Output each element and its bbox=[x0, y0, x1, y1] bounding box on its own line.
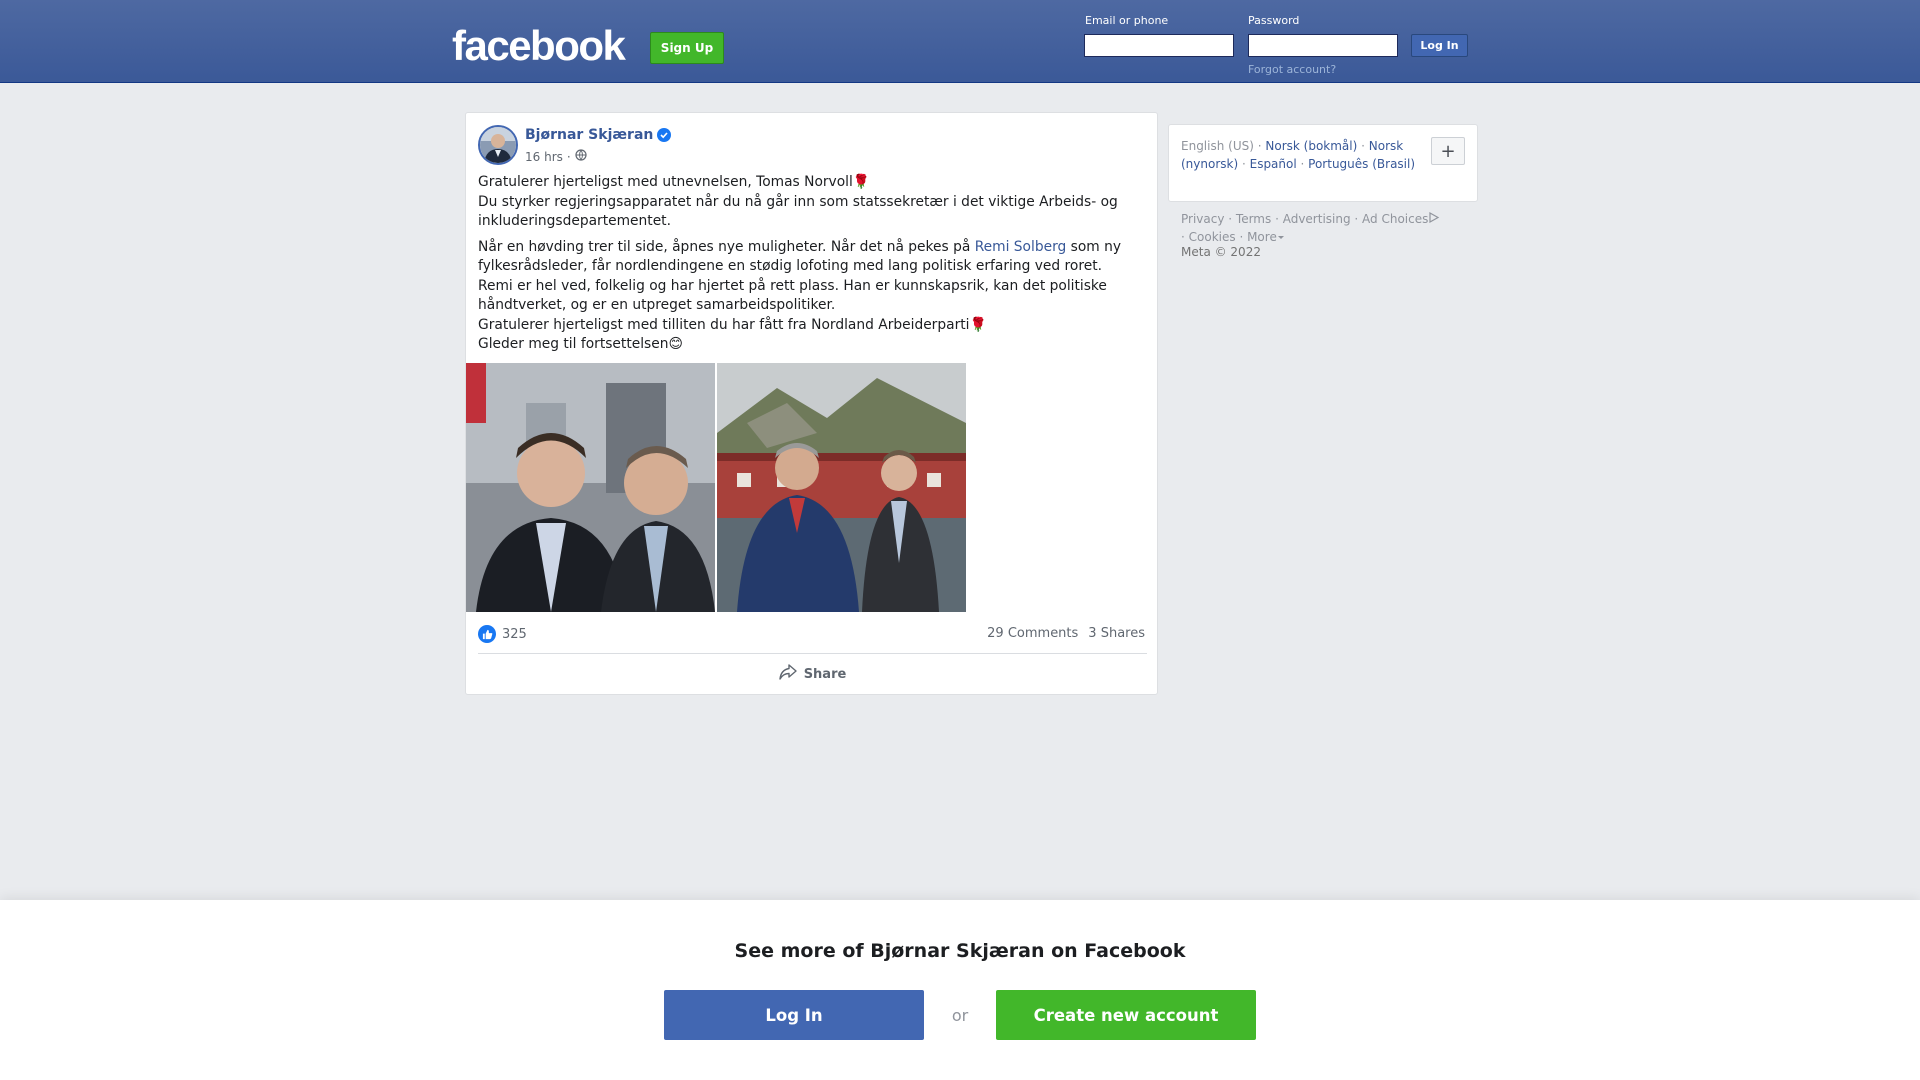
engagement-counts: 29 Comments 3 Shares bbox=[987, 626, 1145, 641]
shares-count[interactable]: 3 Shares bbox=[1088, 626, 1145, 641]
post-text-line: Gleder meg til fortsettelsen😊 bbox=[478, 336, 683, 352]
share-icon bbox=[778, 664, 797, 684]
email-field[interactable] bbox=[1084, 34, 1234, 57]
see-more-heading: See more of Bjørnar Skjæran on Facebook bbox=[734, 940, 1186, 962]
post-text-line: Når en høvding trer til side, åpnes nye … bbox=[478, 238, 975, 255]
divider bbox=[478, 653, 1147, 654]
password-label: Password bbox=[1248, 14, 1300, 27]
password-field[interactable] bbox=[1248, 34, 1398, 57]
share-button[interactable]: Share bbox=[478, 657, 1147, 691]
share-label: Share bbox=[803, 666, 847, 682]
post-card: Bjørnar Skjæran 16 hrs · Gratulerer hjer… bbox=[465, 112, 1158, 695]
like-reaction-icon bbox=[478, 625, 496, 643]
language-option[interactable]: Português (Brasil) bbox=[1308, 157, 1415, 171]
verified-badge-icon bbox=[657, 128, 672, 142]
reactions-count: 325 bbox=[502, 626, 527, 642]
post-text-line: Du styrker regjeringsapparatet når du nå… bbox=[478, 193, 1118, 230]
avatar[interactable] bbox=[478, 125, 518, 165]
footer-link-terms[interactable]: Terms bbox=[1236, 212, 1271, 226]
reactions-summary[interactable]: 325 bbox=[478, 625, 527, 643]
log-in-button[interactable]: Log In bbox=[1411, 34, 1468, 57]
login-prompt-banner: See more of Bjørnar Skjæran on Facebook … bbox=[0, 900, 1920, 1080]
top-navigation-bar: facebook Sign Up Email or phone Password… bbox=[0, 0, 1920, 83]
post-author[interactable]: Bjørnar Skjæran bbox=[525, 127, 672, 143]
sign-up-button[interactable]: Sign Up bbox=[650, 32, 724, 64]
or-separator: or bbox=[951, 1005, 969, 1025]
post-time[interactable]: 16 hrs bbox=[525, 150, 563, 164]
post-text-line: Remi er hel ved, folkelig og har hjertet… bbox=[478, 277, 1107, 314]
post-text-line: Gratulerer hjerteligst med tilliten du h… bbox=[478, 316, 987, 333]
ad-choices-icon bbox=[1428, 211, 1440, 226]
footer-links: Privacy · Terms · Advertising · Ad Choic… bbox=[1181, 210, 1481, 246]
footer-link-cookies[interactable]: Cookies bbox=[1189, 230, 1236, 244]
copyright: Meta © 2022 bbox=[1181, 245, 1261, 259]
mention-link[interactable]: Remi Solberg bbox=[975, 239, 1067, 255]
footer-link-advertising[interactable]: Advertising bbox=[1283, 212, 1351, 226]
chevron-down-icon bbox=[1277, 230, 1285, 244]
language-current: English (US) bbox=[1181, 139, 1254, 153]
post-body: Gratulerer hjerteligst med utnevnelsen, … bbox=[478, 173, 1148, 361]
language-list: English (US) · Norsk (bokmål) · Norsk (n… bbox=[1181, 139, 1416, 171]
author-name[interactable]: Bjørnar Skjæran bbox=[525, 127, 653, 143]
banner-log-in-button[interactable]: Log In bbox=[664, 990, 924, 1040]
footer-link-ad-choices[interactable]: Ad Choices bbox=[1362, 212, 1428, 226]
post-text-line: Gratulerer hjerteligst med utnevnelsen, … bbox=[478, 174, 871, 190]
email-label: Email or phone bbox=[1085, 14, 1169, 27]
forgot-account-link[interactable]: Forgot account? bbox=[1248, 63, 1336, 76]
post-photo-2[interactable] bbox=[717, 363, 966, 612]
language-option[interactable]: Español bbox=[1250, 157, 1297, 171]
footer-link-privacy[interactable]: Privacy bbox=[1181, 212, 1224, 226]
profile-photo-icon bbox=[480, 127, 516, 163]
globe-icon bbox=[575, 149, 587, 164]
post-photo-1[interactable] bbox=[466, 363, 715, 612]
comments-count[interactable]: 29 Comments bbox=[987, 626, 1078, 641]
more-languages-button[interactable]: + bbox=[1431, 137, 1465, 165]
footer-link-more[interactable]: More bbox=[1247, 230, 1277, 244]
meta-separator: · bbox=[566, 149, 571, 164]
create-account-button[interactable]: Create new account bbox=[996, 990, 1256, 1040]
language-option[interactable]: Norsk (bokmål) bbox=[1265, 139, 1357, 153]
post-meta: 16 hrs · bbox=[525, 149, 587, 164]
language-selector: English (US) · Norsk (bokmål) · Norsk (n… bbox=[1168, 124, 1478, 202]
facebook-logo[interactable]: facebook bbox=[452, 22, 626, 70]
